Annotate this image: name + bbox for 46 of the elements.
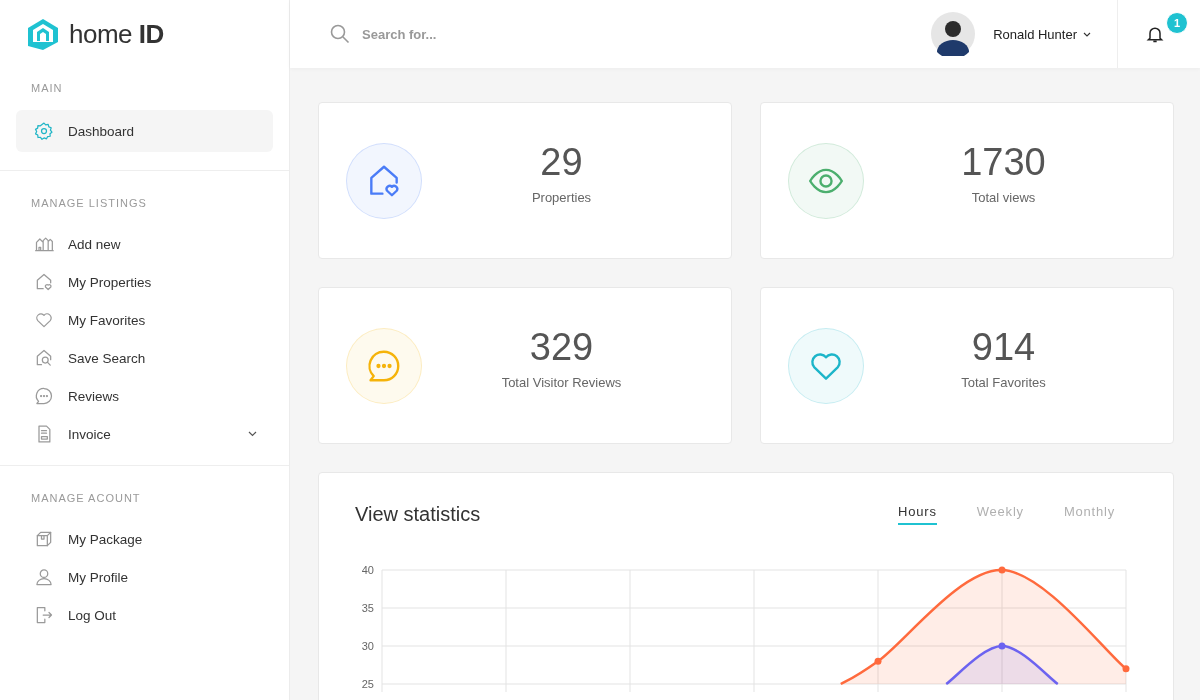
- chat-icon: [34, 386, 54, 406]
- house-logo-icon: [25, 16, 61, 52]
- stat-label: Total Visitor Reviews: [501, 374, 622, 390]
- stat-label: Total views: [971, 189, 1036, 205]
- logout-icon: [34, 605, 54, 625]
- heart-icon: [34, 310, 54, 330]
- notification-badge: 1: [1166, 12, 1188, 34]
- chevron-down-icon: [1083, 31, 1091, 37]
- nav-item[interactable]: Save Search: [16, 339, 273, 377]
- nav-item[interactable]: Add new: [16, 225, 273, 263]
- section-heading: MANAGE ACOUNT: [30, 492, 142, 504]
- stat-value: 329: [529, 325, 594, 369]
- nav-item[interactable]: My Profile: [16, 558, 273, 596]
- curve-point: [998, 642, 1006, 650]
- house-heart-icon: [34, 272, 54, 292]
- box-icon: [34, 529, 54, 549]
- curve-point: [1122, 665, 1130, 673]
- stat-value: 1730: [961, 140, 1046, 184]
- nav-item[interactable]: Invoice: [16, 415, 273, 453]
- y-tick-label: 25: [361, 678, 374, 690]
- y-tick-label: 40: [361, 564, 374, 576]
- stat-label: Total Favorites: [961, 374, 1046, 390]
- nav-item[interactable]: Dashboard: [16, 110, 273, 152]
- curve-point: [998, 566, 1006, 574]
- house-search-icon: [34, 348, 54, 368]
- gear-icon: [34, 121, 54, 141]
- curve-point: [874, 657, 882, 665]
- stat-value: 29: [540, 140, 583, 184]
- user-icon: [34, 567, 54, 587]
- y-tick-label: 35: [361, 602, 374, 614]
- user-menu[interactable]: Ronald Hunter: [931, 12, 1091, 56]
- section-heading: MAIN: [30, 82, 64, 94]
- nav-item[interactable]: Reviews: [16, 377, 273, 415]
- section-heading: MANAGE LISTINGS: [30, 197, 148, 209]
- nav-item[interactable]: Log Out: [16, 596, 273, 634]
- avatar: [931, 12, 976, 56]
- nav-item[interactable]: My Package: [16, 520, 273, 558]
- search-icon: [330, 24, 350, 44]
- y-tick-label: 30: [361, 640, 374, 652]
- nav-item[interactable]: My Properties: [16, 263, 273, 301]
- brand-name: home ID: [69, 18, 164, 50]
- nav-item[interactable]: My Favorites: [16, 301, 273, 339]
- stat-value: 914: [971, 325, 1036, 369]
- period-tab[interactable]: Hours: [898, 504, 937, 525]
- chart-title: View statistics: [355, 503, 481, 526]
- stat-label: Properties: [531, 189, 592, 205]
